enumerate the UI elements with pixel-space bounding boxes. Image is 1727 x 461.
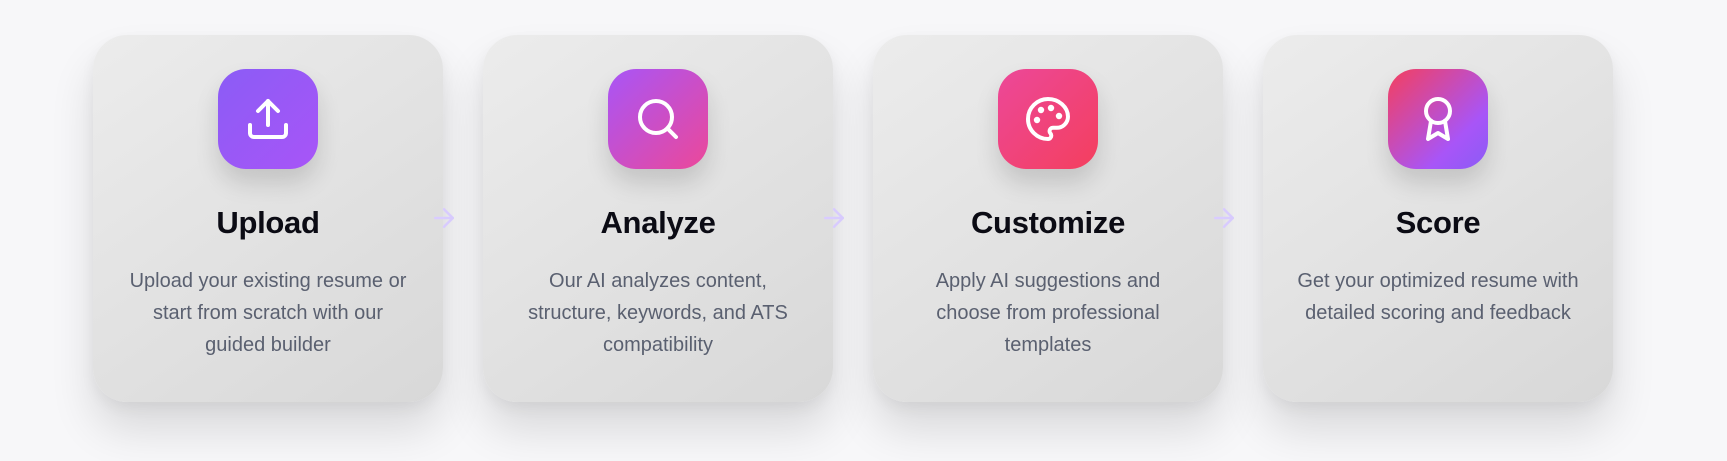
step-card-analyze: Analyze Our AI analyzes content, structu… — [483, 35, 833, 402]
step-description: Upload your existing resume or start fro… — [129, 270, 407, 356]
palette-icon-tile — [998, 69, 1098, 169]
arrow-right-icon — [434, 208, 454, 228]
upload-icon-tile — [218, 69, 318, 169]
step-card-upload: Upload Upload your existing resume or st… — [93, 35, 443, 402]
arrow-right-icon — [1214, 208, 1234, 228]
award-icon-tile — [1388, 69, 1488, 169]
upload-icon — [248, 99, 288, 139]
search-icon — [638, 99, 678, 139]
step-description: Our AI analyzes content, structure, keyw… — [528, 270, 788, 356]
step-title: Score — [1395, 205, 1481, 240]
step-title: Customize — [970, 205, 1126, 240]
step-card-score: Score Get your optimized resume with det… — [1263, 35, 1613, 402]
step-card-customize: Customize Apply AI suggestions and choos… — [873, 35, 1223, 402]
arrow-right-icon — [824, 208, 844, 228]
step-title: Analyze — [600, 205, 716, 240]
palette-icon — [1026, 97, 1070, 141]
step-description: Apply AI suggestions and choose from pro… — [935, 270, 1161, 356]
search-icon-tile — [608, 69, 708, 169]
process-steps: Upload Upload your existing resume or st… — [0, 0, 1727, 461]
step-description: Get your optimized resume with detailed … — [1297, 270, 1579, 324]
award-icon — [1424, 97, 1452, 141]
step-title: Upload — [216, 205, 320, 240]
